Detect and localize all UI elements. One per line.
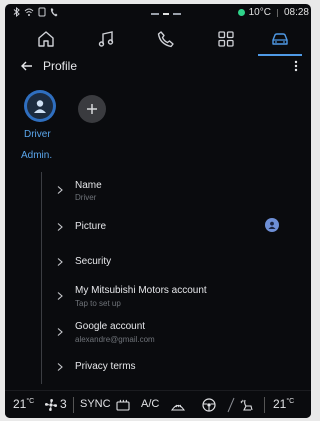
chevron-right-icon (57, 363, 63, 371)
sync-button[interactable]: SYNC (80, 398, 111, 410)
nav-tab-music[interactable] (84, 24, 128, 54)
seat-heat-icon[interactable] (239, 397, 255, 413)
add-profile-button[interactable] (78, 95, 106, 123)
user-icon (268, 221, 276, 229)
infotainment-screen: 10°C 08:28 Profile Driver Admin. Name Dr… (5, 4, 311, 418)
setting-row-name[interactable]: Name Driver (53, 178, 303, 204)
nav-tab-apps[interactable] (204, 24, 248, 54)
outside-temperature: 10°C (248, 7, 271, 18)
nav-tab-home[interactable] (24, 24, 68, 54)
apps-icon (218, 31, 234, 47)
ac-button[interactable]: A/C (141, 398, 159, 410)
phone-icon (157, 31, 174, 48)
bluetooth-icon (13, 6, 20, 19)
setting-label: Security (75, 256, 112, 267)
top-navigation (5, 24, 311, 56)
temperature-unit: °C (286, 398, 295, 405)
left-temperature-control[interactable]: 21°C (13, 397, 34, 411)
status-icons (13, 6, 58, 19)
setting-row-privacy-terms[interactable]: Privacy terms (53, 361, 303, 379)
driver-avatar[interactable] (24, 90, 56, 122)
nav-tab-phone[interactable] (144, 24, 188, 54)
status-right: 10°C 08:28 (237, 7, 309, 18)
temperature-unit: °C (26, 398, 35, 405)
status-divider (276, 8, 278, 17)
chevron-right-icon (57, 328, 63, 336)
music-icon (98, 31, 114, 47)
home-icon (38, 31, 54, 47)
clock: 08:28 (283, 7, 309, 18)
car-icon (272, 33, 288, 45)
setting-label: Name (75, 180, 102, 191)
profile-picture-avatar (265, 218, 279, 232)
chevron-right-icon (57, 186, 63, 194)
notification-icon (38, 7, 46, 19)
right-temperature: 21 (273, 397, 287, 411)
page-header: Profile (5, 56, 311, 80)
chevron-right-icon (57, 258, 63, 266)
chevron-right-icon (57, 223, 63, 231)
setting-label: Privacy terms (75, 361, 136, 372)
setting-row-google-account[interactable]: Google account alexandre@gmail.com (53, 320, 303, 346)
page-indicator (151, 13, 181, 15)
profile-role: Admin. (21, 150, 53, 161)
climate-slash-divider (227, 397, 235, 413)
setting-label: Picture (75, 221, 107, 232)
setting-value: alexandre@gmail.com (75, 335, 155, 344)
climate-bar: 21°C 3 SYNC A/C 21°C (5, 390, 311, 418)
climate-divider (264, 397, 265, 413)
list-divider (41, 172, 42, 384)
rear-defrost-icon[interactable] (115, 397, 131, 413)
setting-row-mitsubishi-account[interactable]: My Mitsubishi Motors account Tap to set … (53, 284, 303, 310)
setting-label: My Mitsubishi Motors account (75, 285, 207, 296)
fan-level: 3 (60, 397, 67, 411)
front-defrost-icon[interactable] (170, 397, 186, 413)
chevron-right-icon (57, 292, 63, 300)
status-bar: 10°C 08:28 (5, 4, 311, 24)
page-title: Profile (43, 59, 78, 73)
nav-tab-vehicle[interactable] (258, 24, 302, 56)
plus-icon (87, 104, 97, 114)
more-options-icon[interactable] (293, 59, 299, 73)
setting-row-security[interactable]: Security (53, 256, 303, 274)
profile-name: Driver (24, 129, 51, 140)
right-temperature-control[interactable]: 21°C (273, 397, 294, 411)
phone-status-icon (50, 7, 58, 19)
setting-label: Google account (75, 321, 146, 332)
back-arrow-icon[interactable] (20, 59, 34, 73)
climate-divider (73, 397, 74, 413)
fan-icon[interactable] (43, 397, 59, 413)
setting-row-picture[interactable]: Picture (53, 218, 303, 239)
setting-value: Driver (75, 193, 97, 202)
user-icon (34, 100, 46, 113)
steering-wheel-heat-icon[interactable] (201, 397, 217, 413)
setting-value: Tap to set up (75, 299, 121, 308)
wifi-icon (24, 7, 34, 19)
left-temperature: 21 (13, 397, 27, 411)
eco-leaf-icon (237, 9, 245, 16)
